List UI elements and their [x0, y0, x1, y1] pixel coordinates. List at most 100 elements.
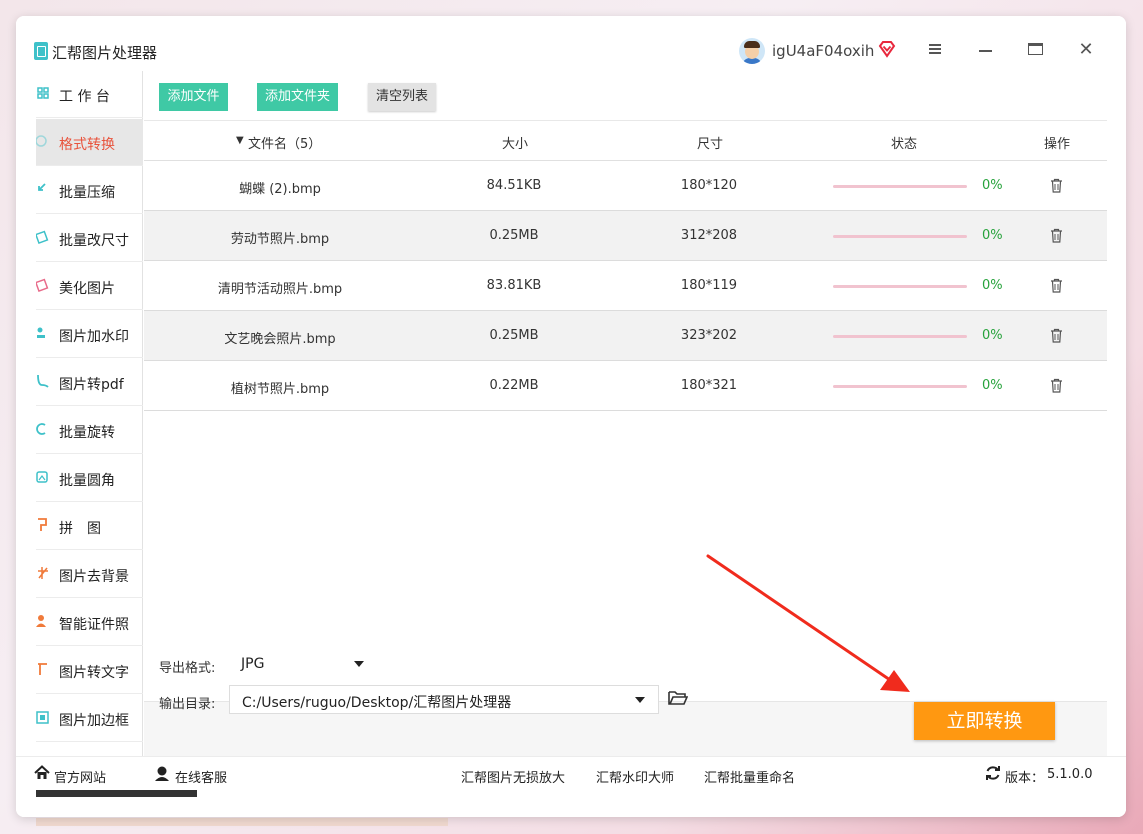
column-header-dimensions: 尺寸 — [697, 137, 724, 152]
export-format-label: 导出格式: — [159, 661, 216, 676]
sidebar-item-to-pdf[interactable]: 图片转pdf — [36, 359, 143, 406]
progress-percent: 0% — [982, 278, 1003, 293]
file-name: 劳动节照片.bmp — [230, 232, 330, 247]
sidebar-item-label: 图片加水印 — [59, 329, 129, 345]
sidebar-item-label: 批量旋转 — [59, 425, 115, 441]
sidebar-item-label: 工 作 台 — [59, 89, 110, 105]
progress-bar — [833, 335, 967, 338]
file-dimensions: 312*208 — [680, 228, 738, 243]
desktop-background-strip — [36, 818, 448, 826]
convert-now-button[interactable]: 立即转换 — [914, 702, 1055, 740]
sidebar-item-label: 美化图片 — [59, 281, 115, 297]
progress-bar — [833, 285, 967, 288]
sidebar-item-batch-compress[interactable]: 批量压缩 — [36, 167, 143, 214]
chevron-down-icon — [635, 697, 645, 703]
sidebar-item-batch-rotate[interactable]: 批量旋转 — [36, 407, 143, 454]
sidebar-item-ocr[interactable]: 图片转文字 — [36, 647, 143, 694]
table-row[interactable]: 劳动节照片.bmp 0.25MB 312*208 0% — [144, 211, 1107, 261]
progress-percent: 0% — [982, 328, 1003, 343]
progress-bar — [833, 235, 967, 238]
file-name: 植树节照片.bmp — [230, 382, 330, 397]
add-folder-button[interactable]: 添加文件夹 — [257, 83, 338, 111]
file-dimensions: 180*120 — [680, 178, 738, 193]
sidebar-item-label: 图片转文字 — [59, 665, 129, 681]
sidebar-item-puzzle[interactable]: 拼 图 — [36, 503, 143, 550]
maximize-icon[interactable] — [1026, 40, 1046, 60]
toolbar: 添加文件 添加文件夹 清空列表 — [144, 71, 1107, 121]
folder-open-icon[interactable] — [668, 689, 688, 707]
column-header-name[interactable]: 文件名（5） — [248, 133, 321, 152]
home-icon — [34, 765, 50, 779]
user-avatar[interactable] — [739, 38, 765, 64]
chevron-down-icon — [354, 661, 364, 667]
footer-link-lossless-enlarge[interactable]: 汇帮图片无损放大 — [461, 767, 565, 786]
file-dimensions: 180*321 — [680, 378, 738, 393]
sidebar-item-label: 图片转pdf — [59, 377, 124, 393]
sidebar-item-batch-resize[interactable]: 批量改尺寸 — [36, 215, 143, 262]
trash-icon[interactable] — [1050, 378, 1063, 393]
pdf-icon — [37, 374, 49, 388]
table-row[interactable]: 清明节活动照片.bmp 83.81KB 180*119 0% — [144, 261, 1107, 311]
file-size: 0.22MB — [489, 378, 539, 393]
export-format-value: JPG — [241, 656, 265, 672]
sidebar-item-watermark[interactable]: 图片加水印 — [36, 311, 143, 358]
clear-list-button[interactable]: 清空列表 — [368, 83, 436, 111]
sidebar-item-format-convert[interactable]: 格式转换 — [36, 119, 143, 166]
trash-icon[interactable] — [1050, 328, 1063, 343]
minimize-icon[interactable] — [976, 40, 996, 60]
file-name: 蝴蝶 (2).bmp — [239, 182, 321, 197]
file-name: 清明节活动照片.bmp — [217, 282, 343, 297]
table-row[interactable]: 蝴蝶 (2).bmp 84.51KB 180*120 0% — [144, 161, 1107, 211]
table-row[interactable]: 植树节照片.bmp 0.22MB 180*321 0% — [144, 361, 1107, 411]
table-row[interactable]: 文艺晚会照片.bmp 0.25MB 323*202 0% — [144, 311, 1107, 361]
sidebar-item-beautify[interactable]: 美化图片 — [36, 263, 143, 310]
sidebar-item-id-photo[interactable]: 智能证件照 — [36, 599, 143, 646]
sidebar-item-label: 批量压缩 — [59, 185, 115, 201]
sidebar-item-label: 批量圆角 — [59, 473, 115, 489]
progress-percent: 0% — [982, 178, 1003, 193]
username[interactable]: igU4aF04oxih — [772, 42, 874, 60]
vip-diamond-icon[interactable] — [878, 40, 896, 58]
customer-service-icon — [155, 766, 169, 781]
export-format-select[interactable]: JPG — [229, 649, 378, 678]
sidebar-item-round-corner[interactable]: 批量圆角 — [36, 455, 143, 502]
resize-icon — [36, 230, 49, 245]
version-label: 版本： — [1005, 771, 1045, 786]
file-size: 0.25MB — [489, 228, 539, 243]
close-icon[interactable]: ✕ — [1076, 40, 1096, 60]
progress-percent: 0% — [982, 228, 1003, 243]
compress-icon — [38, 183, 46, 191]
column-header-status: 状态 — [891, 137, 918, 152]
refresh-icon[interactable] — [985, 765, 1001, 781]
trash-icon[interactable] — [1050, 278, 1063, 293]
sidebar-item-label: 拼 图 — [59, 521, 101, 537]
sort-caret-icon[interactable]: ▼ — [236, 135, 244, 146]
output-dir-select[interactable]: C:/Users/ruguo/Desktop/汇帮图片处理器 — [229, 685, 659, 714]
progress-bar — [833, 185, 967, 188]
sidebar-item-workbench[interactable]: 工 作 台 — [36, 71, 143, 118]
remove-bg-icon — [38, 567, 48, 579]
sidebar: 工 作 台 格式转换 批量压缩 批量改尺寸 美化图片 图片加水印 图片转pdf — [36, 71, 143, 756]
title-bar: 汇帮图片处理器 igU4aF04oxih ✕ — [16, 16, 1126, 71]
output-dir-value: C:/Users/ruguo/Desktop/汇帮图片处理器 — [242, 695, 512, 711]
file-dimensions: 323*202 — [680, 328, 738, 343]
trash-icon[interactable] — [1050, 228, 1063, 243]
footer-link-batch-rename[interactable]: 汇帮批量重命名 — [704, 767, 795, 786]
trash-icon[interactable] — [1050, 178, 1063, 193]
footer-bar: 官方网站 在线客服 汇帮图片无损放大 汇帮水印大师 汇帮批量重命名 版本： 5.… — [16, 756, 1126, 817]
official-site-link[interactable]: 官方网站 — [54, 767, 106, 786]
convert-icon — [36, 135, 47, 147]
online-service-link[interactable]: 在线客服 — [175, 767, 227, 786]
file-size: 84.51KB — [486, 178, 542, 193]
sidebar-item-border[interactable]: 图片加边框 — [36, 695, 143, 742]
add-file-button[interactable]: 添加文件 — [159, 83, 228, 111]
footer-link-watermark-master[interactable]: 汇帮水印大师 — [596, 767, 674, 786]
menu-icon[interactable] — [926, 40, 946, 60]
column-header-actions: 操作 — [1044, 137, 1071, 152]
sidebar-item-remove-bg[interactable]: 图片去背景 — [36, 551, 143, 598]
output-dir-label: 输出目录: — [159, 697, 216, 712]
ocr-icon — [38, 663, 47, 675]
grid-icon — [37, 87, 49, 99]
app-window: 汇帮图片处理器 igU4aF04oxih ✕ 工 作 台 格式转换 批量压缩 批… — [16, 16, 1126, 817]
rotate-icon — [36, 423, 46, 435]
